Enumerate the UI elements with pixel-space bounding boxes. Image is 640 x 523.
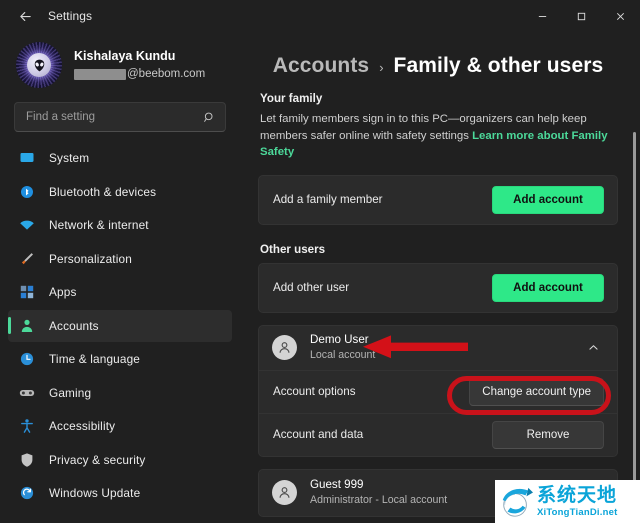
watermark: 系统天地 XiTongTianDi.net — [495, 480, 640, 523]
sidebar-item-network-internet[interactable]: Network & internet — [8, 209, 232, 241]
watermark-text: 系统天地 XiTongTianDi.net — [537, 486, 617, 518]
minimize-icon — [537, 11, 548, 22]
page-title: Family & other users — [394, 54, 604, 78]
add-other-user-row: Add other user Add account — [258, 263, 618, 313]
bluetooth-icon — [18, 183, 36, 201]
window-body: Kishalaya Kundu @beebom.com — [0, 32, 640, 523]
sidebar-item-windows-update[interactable]: Windows Update — [8, 477, 232, 509]
person-circle-icon — [272, 335, 297, 360]
sidebar-item-system[interactable]: System — [8, 142, 232, 174]
sidebar-item-bluetooth-devices[interactable]: Bluetooth & devices — [8, 176, 232, 208]
your-family-heading: Your family — [260, 92, 618, 105]
avatar — [16, 42, 62, 88]
breadcrumb-parent[interactable]: Accounts — [273, 54, 369, 78]
sidebar-item-label: Network & internet — [49, 218, 149, 232]
shield-icon — [18, 451, 36, 469]
add-family-member-row: Add a family member Add account — [258, 175, 618, 225]
sidebar-item-label: Time & language — [49, 352, 140, 366]
sidebar-item-label: System — [49, 151, 89, 165]
account-email-domain: @beebom.com — [127, 66, 205, 82]
account-text: Kishalaya Kundu @beebom.com — [74, 48, 205, 82]
chevron-up-icon[interactable] — [587, 341, 604, 354]
user-text: Demo User Local account — [310, 333, 587, 362]
your-family-description: Let family members sign in to this PC—or… — [260, 111, 618, 161]
sidebar-item-accessibility[interactable]: Accessibility — [8, 410, 232, 442]
maximize-button[interactable] — [562, 0, 601, 32]
settings-window: Settings — [0, 0, 640, 523]
alien-head-icon — [32, 58, 47, 73]
account-options-row: Account options Change account type — [258, 371, 618, 414]
back-button[interactable] — [8, 0, 42, 32]
account-header[interactable]: Kishalaya Kundu @beebom.com — [0, 32, 240, 98]
alien-avatar-icon — [27, 53, 51, 77]
wifi-icon — [18, 216, 36, 234]
paintbrush-icon — [18, 250, 36, 268]
other-users-heading: Other users — [260, 243, 618, 256]
breadcrumb-separator-icon: › — [379, 60, 383, 75]
clock-icon — [18, 350, 36, 368]
remove-account-button[interactable]: Remove — [492, 421, 604, 449]
account-email: @beebom.com — [74, 66, 205, 82]
sidebar-item-apps[interactable]: Apps — [8, 276, 232, 308]
sidebar-item-label: Gaming — [49, 386, 91, 400]
person-icon — [18, 317, 36, 335]
sidebar-item-personalization[interactable]: Personalization — [8, 243, 232, 275]
sidebar-item-label: Privacy & security — [49, 453, 145, 467]
user-name: Demo User — [310, 333, 587, 347]
window-controls — [523, 0, 640, 32]
close-icon — [615, 11, 626, 22]
sidebar-item-gaming[interactable]: Gaming — [8, 377, 232, 409]
maximize-icon — [576, 11, 587, 22]
apps-icon — [18, 283, 36, 301]
sidebar-item-label: Apps — [49, 285, 77, 299]
spacer — [258, 313, 618, 325]
sidebar-item-label: Windows Update — [49, 486, 140, 500]
display-icon — [18, 149, 36, 167]
user-row-demo-user[interactable]: Demo User Local account — [258, 325, 618, 371]
arrow-left-icon — [18, 9, 33, 24]
person-circle-icon — [272, 480, 297, 505]
change-account-type-button[interactable]: Change account type — [469, 378, 604, 406]
watermark-en: XiTongTianDi.net — [537, 508, 617, 518]
search-icon — [203, 111, 216, 124]
add-other-user-label: Add other user — [273, 281, 492, 294]
sidebar-item-label: Personalization — [49, 252, 132, 266]
sidebar-item-accounts[interactable]: Accounts — [8, 310, 232, 342]
sidebar-item-privacy-security[interactable]: Privacy & security — [8, 444, 232, 476]
main-content: Accounts › Family & other users Your fam… — [240, 32, 640, 523]
add-other-user-button[interactable]: Add account — [492, 274, 604, 302]
add-family-account-button[interactable]: Add account — [492, 186, 604, 214]
account-and-data-row: Account and data Remove — [258, 414, 618, 457]
sidebar-item-time-language[interactable]: Time & language — [8, 343, 232, 375]
watermark-cn: 系统天地 — [537, 486, 617, 505]
search-input[interactable] — [26, 111, 203, 123]
watermark-globe-icon — [497, 485, 537, 519]
add-family-member-label: Add a family member — [273, 193, 492, 206]
title-bar: Settings — [0, 0, 640, 32]
search-box[interactable] — [14, 102, 226, 132]
spacer — [258, 457, 618, 469]
vertical-scrollbar[interactable] — [633, 132, 636, 508]
account-and-data-label: Account and data — [273, 428, 492, 441]
magnifier-icon — [203, 111, 216, 124]
search-container — [0, 98, 240, 140]
sidebar-item-label: Accessibility — [49, 419, 115, 433]
account-name: Kishalaya Kundu — [74, 48, 205, 64]
update-icon — [18, 484, 36, 502]
account-options-label: Account options — [273, 385, 469, 398]
redaction-bar — [74, 69, 126, 80]
close-button[interactable] — [601, 0, 640, 32]
breadcrumb: Accounts › Family & other users — [258, 54, 618, 78]
sidebar-item-label: Accounts — [49, 319, 99, 333]
sidebar-item-label: Bluetooth & devices — [49, 185, 156, 199]
accessibility-icon — [18, 417, 36, 435]
sidebar: Kishalaya Kundu @beebom.com — [0, 32, 240, 523]
user-subtitle: Local account — [310, 348, 587, 362]
window-title: Settings — [48, 9, 92, 23]
minimize-button[interactable] — [523, 0, 562, 32]
gamepad-icon — [18, 384, 36, 402]
sidebar-nav: System Bluetooth & devices — [0, 140, 240, 509]
